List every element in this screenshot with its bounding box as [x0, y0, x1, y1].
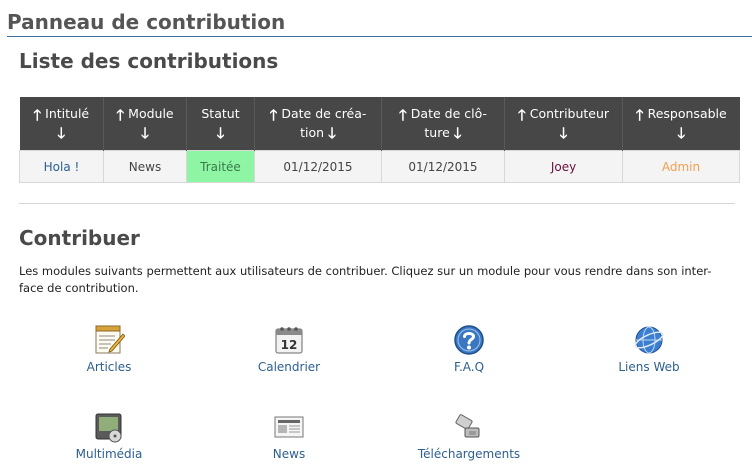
header-label: Module [128, 106, 174, 121]
header-label: Responsable [647, 106, 727, 121]
responsible-link[interactable]: Admin [622, 150, 740, 183]
status-badge: Traitée [186, 150, 255, 183]
intro-line: Les modules suivants permettent aux util… [19, 264, 712, 278]
closing-date: 01/12/2015 [381, 150, 505, 183]
header-label: Intitulé [45, 106, 90, 121]
module-label[interactable]: News [219, 447, 359, 461]
module-faq[interactable]: F.A.Q [399, 324, 539, 374]
header-statut[interactable]: Statut 🡓 [186, 97, 255, 151]
module-calendar[interactable]: 12 Calendrier [219, 324, 359, 374]
faq-icon [454, 325, 484, 355]
header-label: Date de créa- [281, 106, 367, 121]
header-date-creation[interactable]: 🡑 Date de créa- tion 🡓 [254, 97, 382, 151]
module-downloads[interactable]: Téléchargements [399, 411, 539, 461]
contributor-link[interactable]: Joey [504, 150, 623, 183]
contribute-intro-text: Les modules suivants permettent aux util… [19, 263, 749, 297]
module-multimedia[interactable]: Multimédia [39, 411, 179, 461]
sort-down-icon[interactable]: 🡓 [217, 124, 225, 142]
sort-down-icon[interactable]: 🡓 [454, 124, 462, 142]
news-icon [274, 416, 304, 438]
multimedia-icon [95, 413, 122, 443]
contribution-title-link[interactable]: Hola ! [19, 150, 104, 183]
sort-down-icon[interactable]: 🡓 [57, 124, 65, 142]
intro-line: face de contribution. [19, 281, 139, 295]
module-web-links[interactable]: Liens Web [579, 324, 719, 374]
header-label-continued: ture [424, 124, 450, 140]
header-label: Statut [201, 106, 240, 122]
sort-down-icon[interactable]: 🡓 [560, 124, 568, 142]
module-label[interactable]: Multimédia [39, 447, 179, 461]
sort-up-icon[interactable]: 🡑 [33, 106, 41, 124]
contribute-section-title: Contribuer [19, 226, 140, 250]
sort-down-icon[interactable]: 🡓 [328, 124, 336, 142]
header-module[interactable]: 🡑 Module 🡓 [103, 97, 187, 151]
header-responsable[interactable]: 🡑 Responsable 🡓 [622, 97, 740, 151]
calendar-icon: 12 [275, 327, 303, 354]
list-section-title: Liste des contributions [19, 49, 279, 73]
contribution-module: News [103, 150, 187, 183]
header-label: Contributeur [529, 106, 610, 121]
sort-down-icon[interactable]: 🡓 [677, 124, 685, 142]
downloads-icon [455, 414, 480, 438]
module-label[interactable]: Calendrier [219, 360, 359, 374]
sort-up-icon[interactable]: 🡑 [518, 106, 526, 124]
module-label[interactable]: Liens Web [579, 360, 719, 374]
header-intitule[interactable]: 🡑 Intitulé 🡓 [19, 97, 104, 151]
module-news[interactable]: News [219, 411, 359, 461]
contributions-table: 🡑 Intitulé 🡓 🡑 Module 🡓 Statut 🡓 🡑 Date … [19, 97, 740, 183]
table-header-row: 🡑 Intitulé 🡓 🡑 Module 🡓 Statut 🡓 🡑 Date … [19, 97, 740, 151]
table-row: Hola ! News Traitée 01/12/2015 01/12/201… [19, 150, 740, 183]
calendar-day: 12 [281, 338, 298, 352]
creation-date: 01/12/2015 [254, 150, 382, 183]
web-links-icon [634, 326, 664, 354]
header-label: Date de clô- [410, 106, 487, 121]
page-title: Panneau de contribution [7, 10, 752, 37]
sort-up-icon[interactable]: 🡑 [636, 106, 644, 124]
sort-up-icon[interactable]: 🡑 [116, 106, 124, 124]
header-label-continued: tion [300, 124, 325, 140]
module-label[interactable]: Téléchargements [399, 447, 539, 461]
header-contributeur[interactable]: 🡑 Contributeur 🡓 [504, 97, 623, 151]
header-date-cloture[interactable]: 🡑 Date de clô- ture 🡓 [381, 97, 505, 151]
module-articles[interactable]: Articles [39, 324, 179, 374]
module-label[interactable]: F.A.Q [399, 360, 539, 374]
sort-up-icon[interactable]: 🡑 [399, 106, 407, 124]
section-divider [19, 203, 735, 204]
articles-icon [95, 325, 125, 354]
sort-down-icon[interactable]: 🡓 [141, 124, 149, 142]
module-label[interactable]: Articles [39, 360, 179, 374]
sort-up-icon[interactable]: 🡑 [270, 106, 278, 124]
